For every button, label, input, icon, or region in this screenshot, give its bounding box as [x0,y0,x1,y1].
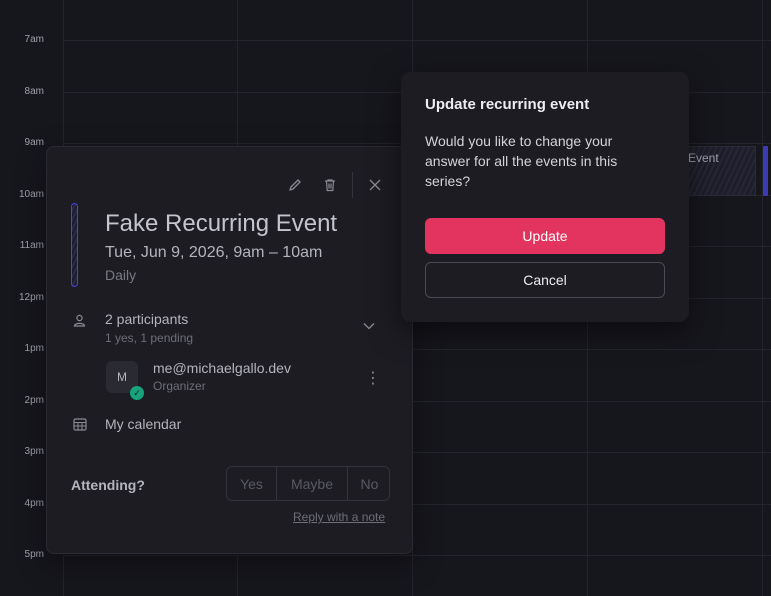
calendar-event-accent [763,146,768,196]
dialog-message: Would you like to change your answer for… [425,133,618,189]
time-label: 1pm [24,343,44,354]
participant-role: Organizer [153,379,206,393]
check-icon: ✓ [130,386,144,400]
event-details-popover: Fake Recurring Event Tue, Jun 9, 2026, 9… [46,146,413,554]
calendar-icon [73,417,87,434]
grid-row-line [63,555,771,556]
rsvp-yes-button[interactable]: Yes [227,467,277,500]
toolbar-divider [352,172,353,198]
event-title: Fake Recurring Event [105,210,338,237]
close-icon [369,179,381,191]
time-label: 10am [18,189,44,200]
time-label: 3pm [24,446,44,457]
close-button[interactable] [365,175,385,195]
rsvp-group: Yes Maybe No [226,466,390,501]
attending-label: Attending? [71,477,145,493]
pencil-icon [289,179,301,191]
participant-menu-button[interactable]: ⋮ [365,368,381,388]
time-label: 11am [19,240,44,251]
participants-status: 1 yes, 1 pending [105,331,194,345]
time-label: 5pm [24,549,44,560]
event-datetime: Tue, Jun 9, 2026, 9am – 10am [105,244,323,261]
update-recurring-dialog: Update recurring event Would you like to… [401,72,689,322]
person-icon [73,314,86,330]
reply-with-note-link[interactable]: Reply with a note [293,510,385,524]
time-label: 2pm [24,395,44,406]
time-label: 12pm [18,292,44,303]
trash-icon [325,179,335,192]
chevron-down-icon [363,323,375,330]
event-recurrence: Daily [105,267,137,283]
time-label: 9am [24,137,44,148]
participant-email: me@michaelgallo.dev [153,360,291,376]
calendar-name: My calendar [105,416,182,432]
time-label: 8am [24,86,44,97]
rsvp-maybe-button[interactable]: Maybe [277,467,348,500]
kebab-icon: ⋮ [365,370,381,387]
time-label: 7am [24,34,44,45]
rsvp-no-button[interactable]: No [348,467,391,500]
time-label: 4pm [24,498,44,509]
grid-row-line [63,40,771,41]
delete-button[interactable] [320,175,340,195]
participants-count: 2 participants [105,311,189,327]
calendar-event-label: Event [688,151,719,165]
participants-expand-button[interactable] [363,319,375,333]
event-color-indicator [71,203,78,287]
dialog-title: Update recurring event [425,96,590,113]
update-button[interactable]: Update [425,218,665,254]
cancel-button[interactable]: Cancel [425,262,665,298]
edit-button[interactable] [285,175,305,195]
